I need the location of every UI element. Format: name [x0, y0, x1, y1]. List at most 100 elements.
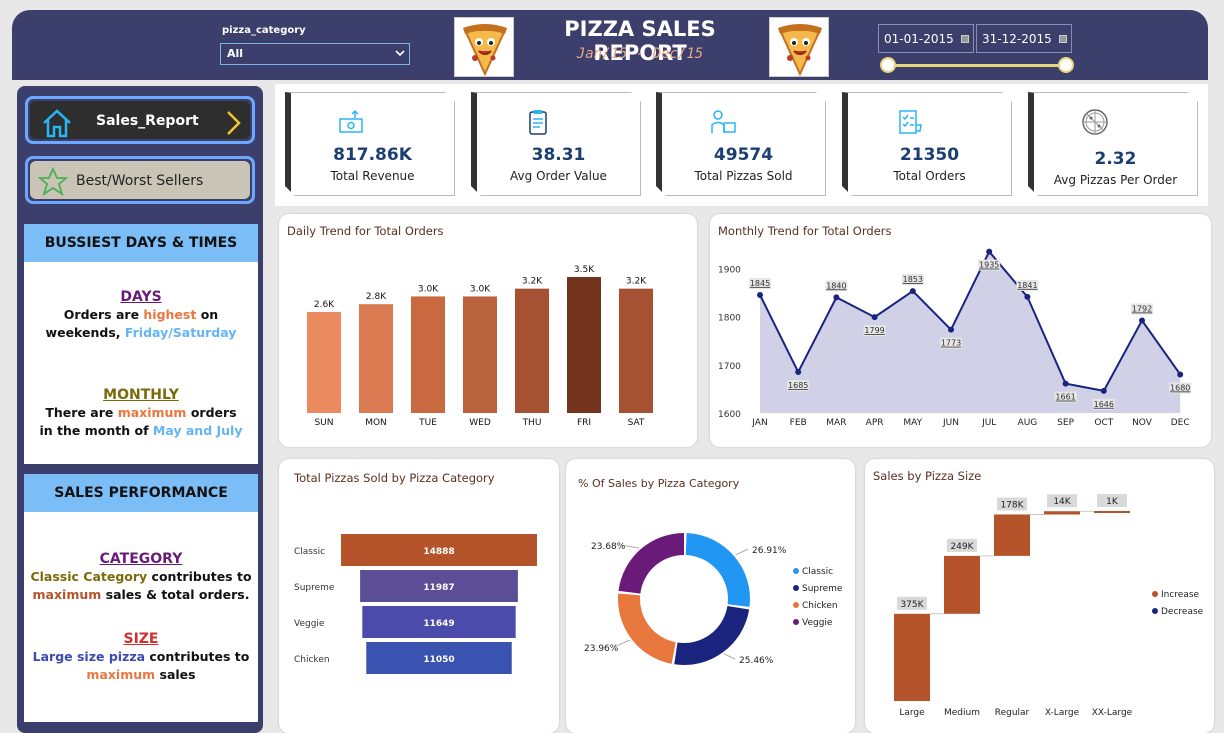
- data-point: [833, 294, 840, 301]
- data-label: 249K: [950, 542, 974, 552]
- x-tick-label: APR: [866, 418, 884, 428]
- data-point: [757, 291, 763, 298]
- data-label: 26.91%: [752, 546, 787, 556]
- x-tick-label: SEP: [1057, 418, 1074, 428]
- x-tick-label: FEB: [790, 418, 807, 428]
- kpi-label: Total Revenue: [330, 169, 415, 183]
- x-tick-label: DEC: [1171, 418, 1190, 428]
- data-label: 1792: [1132, 304, 1152, 313]
- chevron-right-icon: [227, 111, 241, 135]
- category-filter-dropdown[interactable]: All: [220, 43, 410, 65]
- data-label: 1661: [1055, 393, 1075, 402]
- size-highlight: Large size pizza: [32, 649, 146, 664]
- legend-label: Classic: [802, 567, 833, 577]
- bar: [463, 296, 497, 413]
- x-tick-label: X-Large: [1045, 708, 1080, 718]
- kpi-value: 2.32: [1094, 149, 1137, 169]
- legend-marker: [793, 602, 799, 608]
- money-icon: [337, 107, 367, 137]
- filter-label: pizza_category: [222, 25, 306, 36]
- filter-value: All: [227, 47, 244, 60]
- category-highlight: Classic Category: [30, 569, 148, 584]
- days-highlight: Friday/Saturday: [124, 325, 237, 340]
- start-date-value: 01-01-2015: [884, 32, 954, 46]
- data-label: 14K: [1053, 497, 1071, 507]
- y-tick-label: 1800: [718, 314, 741, 324]
- waterfall-bar: [994, 514, 1030, 556]
- donut-slice: [674, 606, 750, 665]
- busiest-days-card: BUSSIEST DAYS & TIMES DAYS Orders are hi…: [24, 224, 258, 464]
- start-date-input[interactable]: 01-01-2015: [878, 24, 974, 53]
- legend-marker: [1152, 591, 1158, 597]
- daily-trend-chart: Daily Trend for Total Orders 2.6K SUN 2.8K…: [279, 214, 697, 447]
- x-tick-label: Medium: [944, 708, 980, 718]
- x-tick-label: OCT: [1094, 418, 1113, 428]
- data-point: [1139, 317, 1145, 324]
- data-point: [948, 326, 954, 333]
- size-title: SIZE: [123, 631, 159, 647]
- data-label: 23.68%: [591, 542, 626, 552]
- pizza-logo-left: [454, 17, 514, 77]
- x-tick-label: TUE: [418, 418, 437, 428]
- checklist-icon: [894, 107, 924, 137]
- leader-line: [723, 653, 736, 660]
- x-tick-label: Regular: [995, 708, 1030, 718]
- pizza-icon: [1080, 107, 1110, 137]
- busiest-heading: BUSSIEST DAYS & TIMES: [24, 224, 258, 262]
- bar: [359, 304, 393, 413]
- date-slider-start-handle[interactable]: [880, 57, 896, 73]
- data-point: [986, 248, 993, 255]
- sales-by-category-donut: % Of Sales by Pizza Category 26.91% 25.46…: [566, 459, 855, 733]
- x-tick-label: MAY: [903, 418, 922, 428]
- chevron-down-icon: [395, 50, 405, 57]
- legend-label: Decrease: [1161, 607, 1204, 617]
- category-text: contributes to: [147, 569, 252, 584]
- data-point: [871, 314, 878, 321]
- sales-report-button[interactable]: Sales_Report: [25, 96, 255, 144]
- daily-trend-svg: 2.6K SUN 2.8K MON 3.0K TUE 3.0K WED 3.2K THU 3.5K F…: [307, 265, 653, 428]
- donut-slice: [618, 593, 676, 664]
- data-label: 178K: [1000, 500, 1024, 510]
- sales-report-label: Sales_Report: [96, 113, 199, 129]
- waterfall-bar: [944, 555, 980, 614]
- monthly-highlight: maximum: [117, 405, 187, 420]
- pizzas-by-category-chart: Total Pizzas Sold by Pizza Category Clas…: [279, 459, 559, 733]
- category-label: Chicken: [294, 655, 330, 665]
- data-label: 375K: [900, 600, 924, 610]
- data-label: 3.2K: [626, 277, 647, 287]
- monthly-highlight: May and July: [152, 423, 243, 438]
- legend-marker: [793, 619, 799, 625]
- best-worst-label: Best/Worst Sellers: [76, 173, 204, 189]
- days-title: DAYS: [120, 289, 162, 305]
- data-label: 11987: [423, 583, 454, 593]
- calendar-icon: [961, 35, 969, 43]
- end-date-input[interactable]: 31-12-2015: [976, 24, 1072, 53]
- leader-line: [735, 548, 749, 556]
- data-point: [1024, 293, 1031, 300]
- x-tick-label: JUN: [942, 418, 959, 428]
- donut-svg: 26.91% 25.46% 23.96% 23.68% Classic Supreme Ch…: [584, 533, 843, 666]
- data-point: [795, 369, 802, 376]
- data-point: [1177, 371, 1184, 378]
- days-highlight: highest: [143, 307, 197, 322]
- legend-label: Chicken: [802, 601, 838, 611]
- data-label: 11649: [423, 619, 454, 629]
- donut-slice: [685, 533, 750, 607]
- kpi-value: 817.86K: [333, 145, 412, 165]
- page-subtitle: Jan/15 - Dec/15: [576, 46, 704, 62]
- delivery-icon: [708, 107, 738, 137]
- x-tick-label: MAR: [826, 418, 846, 428]
- legend-marker: [793, 568, 799, 574]
- best-worst-sellers-button[interactable]: Best/Worst Sellers: [25, 156, 255, 204]
- date-range-slider-track[interactable]: [888, 64, 1068, 67]
- data-label: 3.5K: [574, 265, 595, 275]
- data-label: 1799: [864, 326, 884, 335]
- kpi-card-total-revenue: 817.86K Total Revenue: [285, 92, 455, 196]
- clipboard-icon: [523, 107, 553, 137]
- date-slider-end-handle[interactable]: [1058, 57, 1074, 73]
- pizza-logo-right: [769, 17, 829, 77]
- kpi-card-total-orders: 21350 Total Orders: [842, 92, 1012, 196]
- x-tick-label: SUN: [314, 418, 333, 428]
- kpi-label: Avg Pizzas Per Order: [1053, 173, 1178, 187]
- x-tick-label: JAN: [751, 418, 767, 428]
